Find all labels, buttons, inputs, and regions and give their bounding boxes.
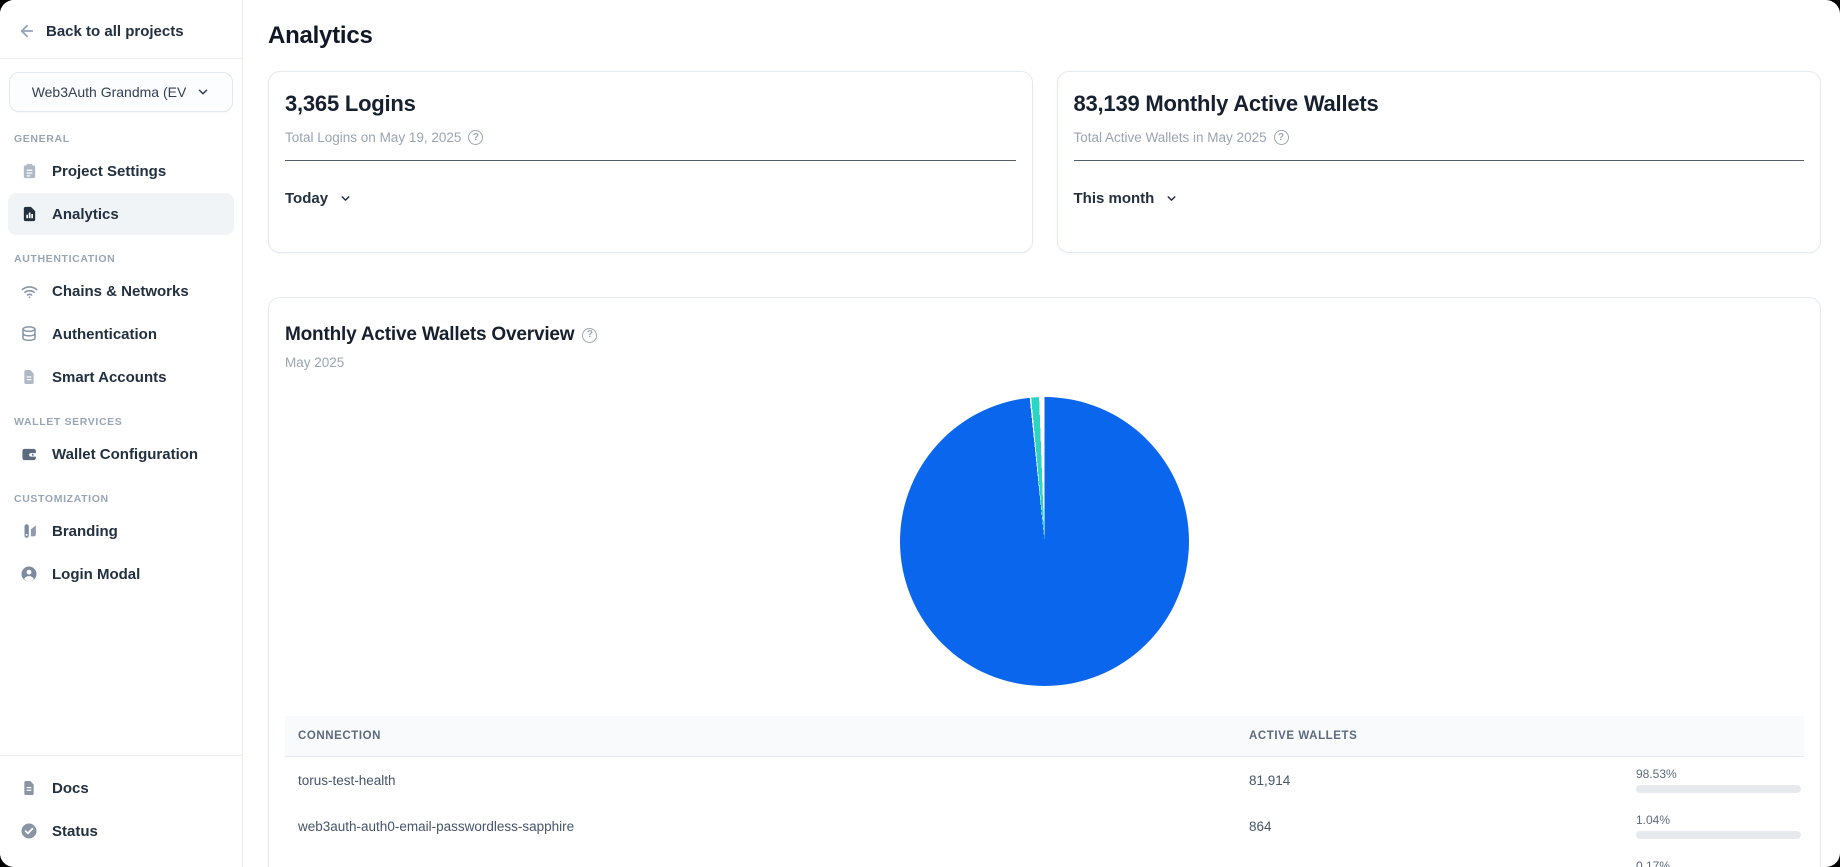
sidebar: Back to all projects Web3Auth Grandma (E… [0,0,243,867]
back-to-projects-link[interactable]: Back to all projects [0,0,242,58]
maw-stat-card: 83,139 Monthly Active Wallets Total Acti… [1057,71,1822,253]
section-label-customization: CUSTOMIZATION [14,493,242,505]
active-wallets-value: 81,914 [1249,773,1636,788]
logins-stat-subtitle: Total Logins on May 19, 2025 [285,130,461,145]
sidebar-item-label: Login Modal [52,566,140,583]
column-header-active-wallets: ACTIVE WALLETS [1249,730,1636,742]
logins-stat-card: 3,365 Logins Total Logins on May 19, 202… [268,71,1033,253]
maw-overview-card: Monthly Active Wallets Overview ? May 20… [268,297,1821,867]
table-row[interactable]: web3auth-auth0-email-passwordless-sapphi… [285,803,1804,849]
logins-stat-value: 3,365 Logins [285,91,1016,117]
wallet-icon [19,444,39,464]
bar-chart-icon [19,204,39,224]
share-percent-label: 0.17% [1636,859,1804,867]
page-title: Analytics [268,22,1821,50]
section-label-wallet-services: WALLET SERVICES [14,416,242,428]
connection-name: web3auth-auth0-email-passwordless-sapphi… [298,819,1249,834]
logins-range-dropdown[interactable]: Today [285,190,352,207]
sidebar-item-analytics[interactable]: Analytics [8,193,234,235]
sidebar-item-label: Authentication [52,326,157,343]
section-label-authentication: AUTHENTICATION [14,253,242,265]
connection-name: torus-test-health [298,773,1249,788]
sidebar-item-label: Wallet Configuration [52,446,198,463]
maw-range-label: This month [1074,190,1155,207]
active-wallets-value: 864 [1249,819,1636,834]
nav-wallet-services: Wallet Configuration [0,432,242,476]
column-header-connection: CONNECTION [298,730,1249,742]
sidebar-item-label: Chains & Networks [52,283,189,300]
project-selector-dropdown[interactable]: Web3Auth Grandma (EV [9,72,233,112]
brush-icon [19,521,39,541]
maw-stat-value: 83,139 Monthly Active Wallets [1074,91,1805,117]
app-window: Back to all projects Web3Auth Grandma (E… [0,0,1840,867]
table-row[interactable]: torus-test-health 81,914 98.53% [285,757,1804,803]
sidebar-item-label: Branding [52,523,118,540]
sidebar-item-label: Status [52,823,98,840]
overview-period: May 2025 [285,355,1804,370]
maw-range-dropdown[interactable]: This month [1074,190,1179,207]
chevron-down-icon [339,192,352,205]
project-selector-value: Web3Auth Grandma (EV [32,84,187,100]
help-circle-icon[interactable]: ? [582,328,597,343]
nav-authentication: Chains & Networks Authentication Smart A… [0,269,242,399]
share-percent-label: 1.04% [1636,813,1804,827]
share-progress-bar [1636,785,1801,793]
clipboard-icon [19,161,39,181]
share-progress-bar [1636,831,1801,839]
table-header-row: CONNECTION ACTIVE WALLETS [285,716,1804,757]
table-row[interactable]: web3auth-google-sapphire 145 0.17% [285,849,1804,867]
sidebar-item-login-modal[interactable]: Login Modal [8,553,234,595]
help-circle-icon[interactable]: ? [468,130,483,145]
sidebar-item-status[interactable]: Status [8,810,234,852]
share-percent-label: 98.53% [1636,767,1804,781]
nav-footer: Docs Status [0,756,242,867]
sidebar-item-smart-accounts[interactable]: Smart Accounts [8,356,234,398]
chevron-down-icon [1165,192,1178,205]
sidebar-item-branding[interactable]: Branding [8,510,234,552]
logins-range-label: Today [285,190,328,207]
help-circle-icon[interactable]: ? [1274,130,1289,145]
stat-cards-row: 3,365 Logins Total Logins on May 19, 202… [268,71,1821,253]
sidebar-item-label: Docs [52,780,89,797]
sidebar-item-label: Project Settings [52,163,166,180]
stat-card-divider [1074,160,1805,161]
section-label-general: GENERAL [14,133,242,145]
sidebar-item-docs[interactable]: Docs [8,767,234,809]
sidebar-item-wallet-configuration[interactable]: Wallet Configuration [8,433,234,475]
doc-icon [19,778,39,798]
user-circle-icon [19,564,39,584]
database-icon [19,324,39,344]
main-content: Analytics 3,365 Logins Total Logins on M… [243,0,1840,867]
connections-table: CONNECTION ACTIVE WALLETS torus-test-hea… [285,716,1804,867]
wifi-icon [19,281,39,301]
sidebar-divider [0,58,242,59]
check-circle-icon [19,821,39,841]
sidebar-footer: Docs Status [0,755,242,867]
arrow-left-icon [18,22,36,40]
chevron-down-icon [196,85,210,99]
sidebar-item-authentication[interactable]: Authentication [8,313,234,355]
sidebar-item-chains-networks[interactable]: Chains & Networks [8,270,234,312]
sidebar-item-label: Smart Accounts [52,369,166,386]
mau-pie-chart[interactable] [900,397,1189,686]
back-to-projects-label: Back to all projects [46,23,184,40]
nav-general: Project Settings Analytics [0,149,242,236]
file-icon [19,367,39,387]
nav-customization: Branding Login Modal [0,509,242,596]
sidebar-item-project-settings[interactable]: Project Settings [8,150,234,192]
stat-card-divider [285,160,1016,161]
maw-stat-subtitle: Total Active Wallets in May 2025 [1074,130,1267,145]
sidebar-item-label: Analytics [52,206,119,223]
overview-title: Monthly Active Wallets Overview [285,324,574,346]
